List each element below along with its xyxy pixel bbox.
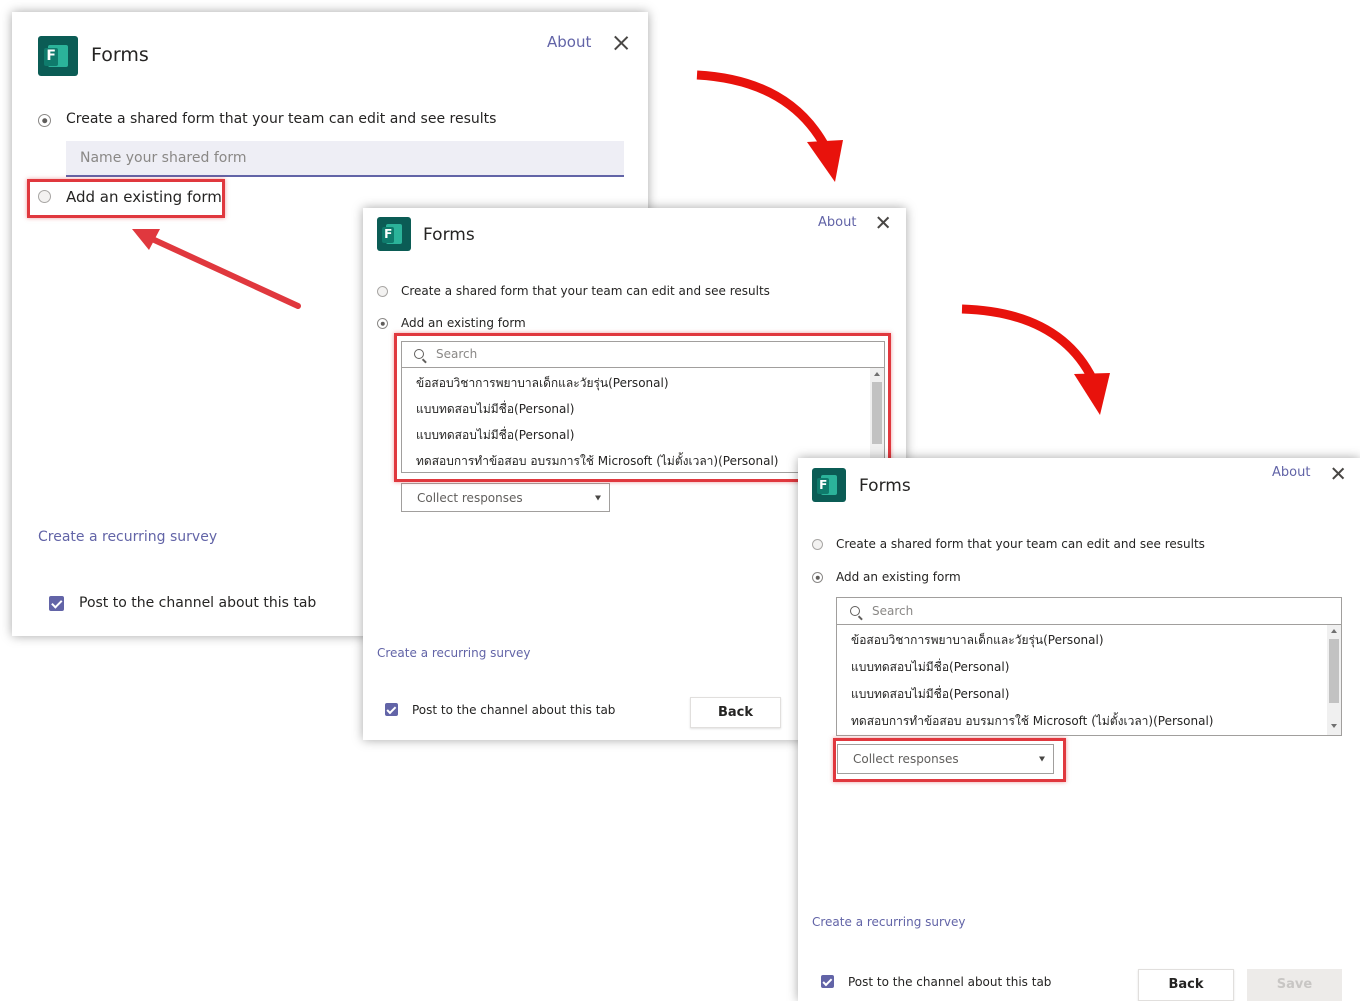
- curved-arrow-icon: [696, 70, 843, 182]
- pointer-arrow-icon: [132, 229, 301, 309]
- curved-arrow-icon: [961, 304, 1110, 415]
- annotation-arrows: [132, 70, 1110, 415]
